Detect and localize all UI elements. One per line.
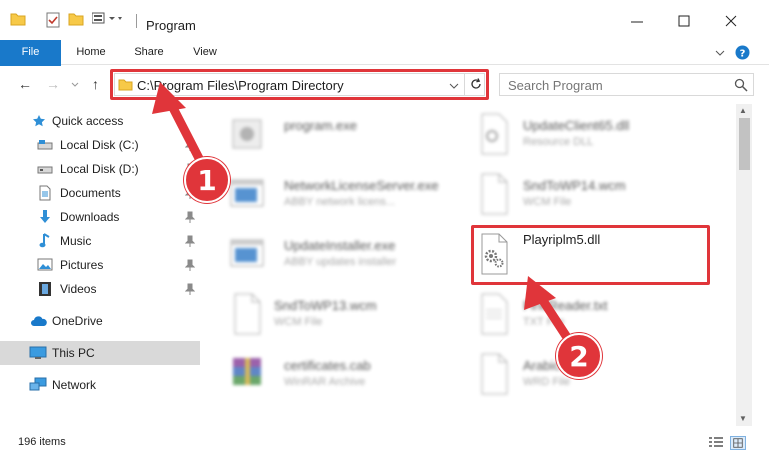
step-badge-2: 2 bbox=[556, 333, 602, 379]
arrow-to-dll-file bbox=[524, 276, 577, 350]
annotation-arrows bbox=[152, 82, 577, 350]
step-badge-1: 1 bbox=[184, 157, 230, 203]
arrow-to-address-bar bbox=[152, 82, 210, 175]
